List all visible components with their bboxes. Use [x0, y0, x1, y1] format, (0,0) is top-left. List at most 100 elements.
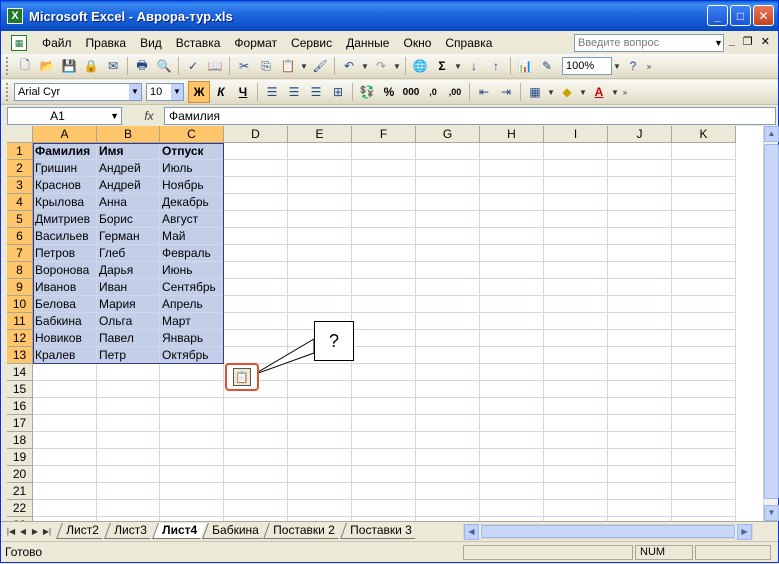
- sheet-tab-4[interactable]: Поставки 2: [263, 523, 344, 539]
- cell-I14[interactable]: [544, 364, 608, 381]
- cell-I20[interactable]: [544, 466, 608, 483]
- cell-E10[interactable]: [288, 296, 352, 313]
- cell-F20[interactable]: [352, 466, 416, 483]
- cell-I1[interactable]: [544, 143, 608, 160]
- cell-B15[interactable]: [97, 381, 160, 398]
- align-left-icon[interactable]: ☰: [261, 81, 283, 103]
- cell-F4[interactable]: [352, 194, 416, 211]
- cell-F14[interactable]: [352, 364, 416, 381]
- undo-dropdown-icon[interactable]: ▼: [360, 55, 370, 77]
- column-header[interactable]: B: [97, 126, 160, 143]
- prev-sheet-icon[interactable]: ◀: [17, 527, 29, 536]
- row-header[interactable]: 17: [7, 415, 33, 432]
- cell-G3[interactable]: [416, 177, 480, 194]
- fill-color-icon[interactable]: ◆: [556, 81, 578, 103]
- cell-K18[interactable]: [672, 432, 736, 449]
- document-icon[interactable]: ▦: [11, 34, 27, 51]
- cell-D18[interactable]: [224, 432, 288, 449]
- cell-G2[interactable]: [416, 160, 480, 177]
- cell-D4[interactable]: [224, 194, 288, 211]
- cell-H11[interactable]: [480, 313, 544, 330]
- cell-D11[interactable]: [224, 313, 288, 330]
- toolbar-options-icon[interactable]: »: [620, 81, 630, 103]
- cell-F7[interactable]: [352, 245, 416, 262]
- autosum-dropdown-icon[interactable]: ▼: [453, 55, 463, 77]
- cell-B16[interactable]: [97, 398, 160, 415]
- cell-G16[interactable]: [416, 398, 480, 415]
- cell-K9[interactable]: [672, 279, 736, 296]
- cell-A21[interactable]: [33, 483, 97, 500]
- menu-item-1[interactable]: Правка: [79, 36, 134, 50]
- cell-G6[interactable]: [416, 228, 480, 245]
- cell-G7[interactable]: [416, 245, 480, 262]
- font-name-select[interactable]: Arial Cyr ▼: [14, 83, 142, 101]
- cell-F11[interactable]: [352, 313, 416, 330]
- align-right-icon[interactable]: ☰: [305, 81, 327, 103]
- cell-K2[interactable]: [672, 160, 736, 177]
- cell-D2[interactable]: [224, 160, 288, 177]
- research-icon[interactable]: 📖: [204, 55, 226, 77]
- row-header[interactable]: 2: [7, 160, 33, 177]
- row-header[interactable]: 6: [7, 228, 33, 245]
- autosum-icon[interactable]: Σ: [431, 55, 453, 77]
- cell-A16[interactable]: [33, 398, 97, 415]
- cell-J1[interactable]: [608, 143, 672, 160]
- cell-D9[interactable]: [224, 279, 288, 296]
- column-header[interactable]: G: [416, 126, 480, 143]
- cell-D13[interactable]: [224, 347, 288, 364]
- zoom-dropdown-icon[interactable]: ▼: [612, 55, 622, 77]
- cell-D12[interactable]: [224, 330, 288, 347]
- cell-H6[interactable]: [480, 228, 544, 245]
- cell-E4[interactable]: [288, 194, 352, 211]
- cell-A2[interactable]: Гришин: [33, 160, 97, 177]
- cell-H7[interactable]: [480, 245, 544, 262]
- scroll-down-icon[interactable]: ▼: [764, 505, 779, 521]
- paste-options-icon[interactable]: 📋: [233, 368, 251, 386]
- cell-H14[interactable]: [480, 364, 544, 381]
- row-header[interactable]: 21: [7, 483, 33, 500]
- cell-H18[interactable]: [480, 432, 544, 449]
- cell-B3[interactable]: Андрей: [97, 177, 160, 194]
- print-preview-icon[interactable]: 🔍: [153, 55, 175, 77]
- undo-icon[interactable]: ↶: [338, 55, 360, 77]
- cell-C17[interactable]: [160, 415, 224, 432]
- sort-descending-icon[interactable]: ↑: [485, 55, 507, 77]
- cell-F12[interactable]: [352, 330, 416, 347]
- cell-C20[interactable]: [160, 466, 224, 483]
- cell-H13[interactable]: [480, 347, 544, 364]
- cell-A5[interactable]: Дмитриев: [33, 211, 97, 228]
- thousands-icon[interactable]: 000: [400, 81, 422, 103]
- cell-G12[interactable]: [416, 330, 480, 347]
- column-header[interactable]: D: [224, 126, 288, 143]
- cell-C15[interactable]: [160, 381, 224, 398]
- sheet-tab-1[interactable]: Лист3: [103, 523, 156, 539]
- cell-I15[interactable]: [544, 381, 608, 398]
- cell-H3[interactable]: [480, 177, 544, 194]
- font-color-icon[interactable]: A: [588, 81, 610, 103]
- sheet-tab-0[interactable]: Лист2: [56, 523, 108, 539]
- cell-B13[interactable]: Петр: [97, 347, 160, 364]
- borders-icon[interactable]: ▦: [524, 81, 546, 103]
- cell-J5[interactable]: [608, 211, 672, 228]
- cell-I11[interactable]: [544, 313, 608, 330]
- cell-C18[interactable]: [160, 432, 224, 449]
- cell-J8[interactable]: [608, 262, 672, 279]
- first-sheet-icon[interactable]: |◀: [5, 527, 17, 536]
- cell-I19[interactable]: [544, 449, 608, 466]
- cell-I17[interactable]: [544, 415, 608, 432]
- cell-A22[interactable]: [33, 500, 97, 517]
- cell-E1[interactable]: [288, 143, 352, 160]
- cell-G13[interactable]: [416, 347, 480, 364]
- cell-A11[interactable]: Бабкина: [33, 313, 97, 330]
- cell-J17[interactable]: [608, 415, 672, 432]
- cell-B22[interactable]: [97, 500, 160, 517]
- cell-K14[interactable]: [672, 364, 736, 381]
- cell-A13[interactable]: Кралев: [33, 347, 97, 364]
- cell-H19[interactable]: [480, 449, 544, 466]
- cell-E21[interactable]: [288, 483, 352, 500]
- cell-G9[interactable]: [416, 279, 480, 296]
- column-header[interactable]: K: [672, 126, 736, 143]
- cell-F3[interactable]: [352, 177, 416, 194]
- row-header[interactable]: 19: [7, 449, 33, 466]
- cell-B9[interactable]: Иван: [97, 279, 160, 296]
